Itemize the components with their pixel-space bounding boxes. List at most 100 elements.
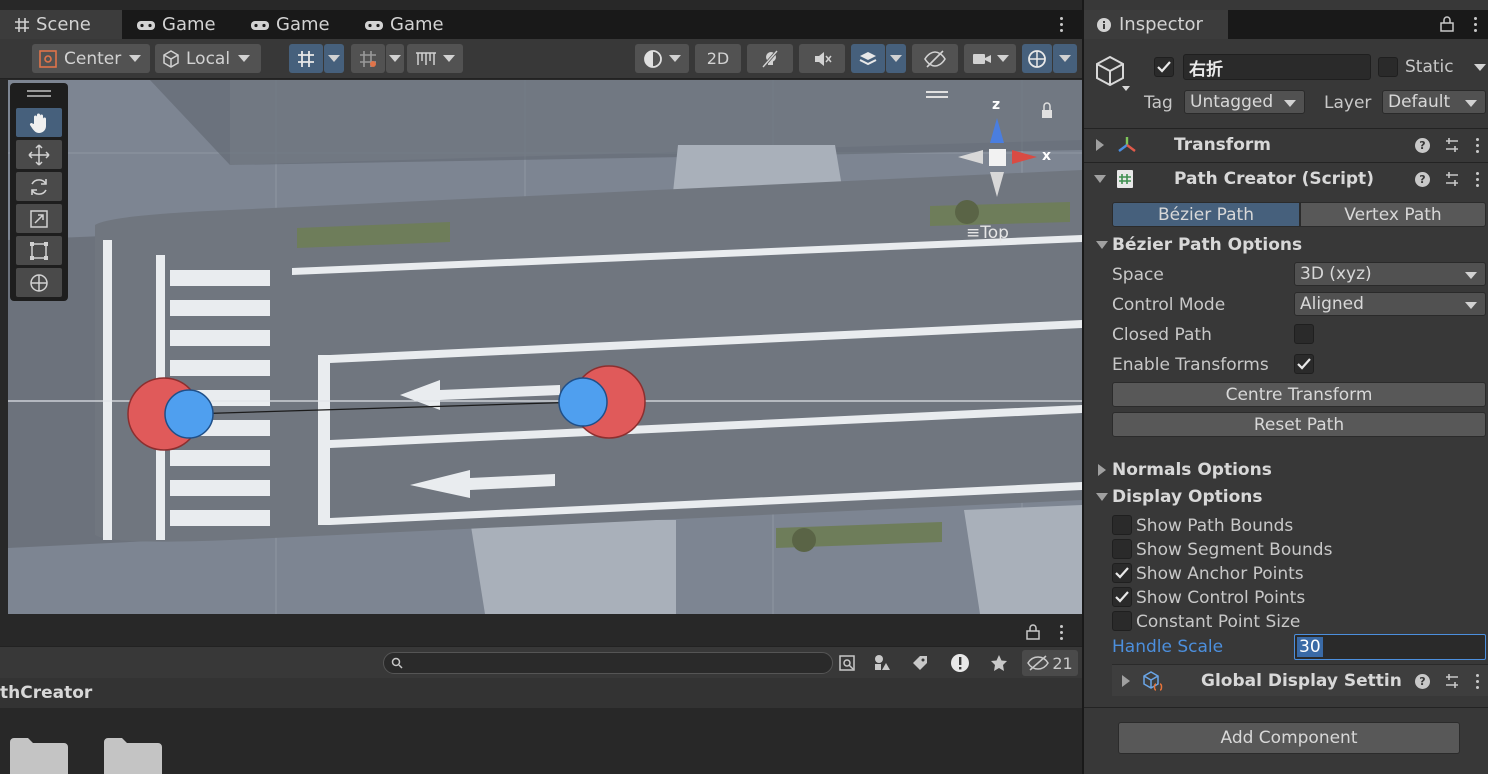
component-menu-icon[interactable] xyxy=(1474,137,1480,153)
reset-path-button[interactable]: Reset Path xyxy=(1112,412,1486,437)
show-segment-bounds-checkbox[interactable] xyxy=(1112,539,1132,559)
presets-sliders-icon[interactable] xyxy=(1444,137,1460,153)
show-path-bounds-checkbox[interactable] xyxy=(1112,515,1132,535)
add-component-button[interactable]: Add Component xyxy=(1118,722,1460,754)
tab-vertex-path[interactable]: Vertex Path xyxy=(1300,202,1486,227)
console-warnings-button[interactable] xyxy=(943,650,977,676)
gamepad-icon xyxy=(365,20,383,30)
scale-icon xyxy=(30,209,48,228)
show-control-points-checkbox[interactable] xyxy=(1112,587,1132,607)
grid-icon xyxy=(15,17,29,32)
move-tool[interactable] xyxy=(16,140,62,169)
inspector-menu-icon[interactable] xyxy=(1472,17,1478,32)
shading-mode-dropdown[interactable] xyxy=(635,44,689,73)
foldout-arrow-icon[interactable] xyxy=(1098,464,1106,476)
search-by-type-icons-button[interactable] xyxy=(865,650,899,676)
path-creator-component-header[interactable]: Path Creator (Script) ? xyxy=(1084,163,1488,195)
search-by-label-button[interactable] xyxy=(903,650,937,676)
lock-icon[interactable] xyxy=(1440,16,1454,32)
grid-snap-toggle[interactable] xyxy=(289,44,323,73)
transform-axes-icon xyxy=(1118,137,1136,152)
hand-tool[interactable] xyxy=(16,108,62,137)
chevron-down-icon xyxy=(443,55,455,62)
camera-settings-dropdown[interactable] xyxy=(964,44,1016,73)
closed-path-checkbox[interactable] xyxy=(1294,324,1314,344)
project-search-input[interactable] xyxy=(383,652,833,674)
help-icon[interactable]: ? xyxy=(1415,137,1430,153)
pivot-rotation-dropdown[interactable]: Local xyxy=(155,44,261,73)
handle-scale-input[interactable]: 30 xyxy=(1294,634,1486,660)
scene-viewport[interactable]: z x ≡Top xyxy=(8,80,1082,614)
global-display-settings-header[interactable]: Global Display Settin ? xyxy=(1112,664,1488,696)
show-anchor-points-checkbox[interactable] xyxy=(1112,563,1132,583)
tab-inspector[interactable]: Inspector xyxy=(1084,10,1228,39)
scale-tool[interactable] xyxy=(16,204,62,233)
foldout-arrow-icon[interactable] xyxy=(1096,493,1108,501)
static-dropdown-icon[interactable] xyxy=(1474,64,1486,71)
tab-game-3[interactable]: Game xyxy=(350,10,464,39)
bezier-options-header[interactable]: Bézier Path Options xyxy=(1112,235,1302,255)
help-icon[interactable]: ? xyxy=(1415,171,1430,187)
eye-hidden-icon xyxy=(924,49,946,68)
enable-transforms-checkbox[interactable] xyxy=(1294,354,1314,374)
display-options-header[interactable]: Display Options xyxy=(1112,487,1262,507)
tab-game-1[interactable]: Game xyxy=(122,10,236,39)
audio-mute-icon xyxy=(815,51,832,66)
scene-visibility-toggle[interactable] xyxy=(912,44,958,73)
constant-point-size-checkbox[interactable] xyxy=(1112,611,1132,631)
gizmos-dropdown[interactable] xyxy=(1053,44,1077,73)
active-checkbox[interactable] xyxy=(1154,57,1174,77)
space-dropdown[interactable]: 3D (xyz) xyxy=(1294,262,1486,286)
layer-dropdown[interactable]: Default xyxy=(1382,90,1486,114)
foldout-arrow-icon xyxy=(1122,675,1130,687)
scene-menu-icon[interactable] xyxy=(1058,17,1064,32)
search-by-type-button[interactable] xyxy=(830,650,864,676)
rect-tool[interactable] xyxy=(16,236,62,265)
increment-snap-toggle[interactable] xyxy=(351,44,385,73)
folder-icon[interactable] xyxy=(104,736,162,774)
presets-sliders-icon[interactable] xyxy=(1444,673,1460,689)
align-snap-dropdown[interactable] xyxy=(407,44,463,73)
effects-toggle[interactable] xyxy=(851,44,885,73)
tag-label: Tag xyxy=(1144,93,1173,113)
hidden-packages-toggle[interactable]: 21 xyxy=(1022,650,1078,676)
tab-game-2[interactable]: Game xyxy=(236,10,350,39)
centre-transform-button[interactable]: Centre Transform xyxy=(1112,382,1486,407)
toggle-2d-button[interactable]: 2D xyxy=(695,44,741,73)
rotate-tool[interactable] xyxy=(16,172,62,201)
help-icon[interactable]: ? xyxy=(1415,673,1430,689)
grid-snap-dropdown[interactable] xyxy=(324,44,344,73)
inspector-tabbar: Inspector xyxy=(1084,10,1488,39)
component-menu-icon[interactable] xyxy=(1474,673,1480,689)
component-menu-icon[interactable] xyxy=(1474,171,1480,187)
info-icon xyxy=(1097,17,1111,32)
tab-scene[interactable]: Scene xyxy=(0,10,122,39)
effects-dropdown[interactable] xyxy=(886,44,906,73)
gameobject-cube-icon[interactable] xyxy=(1094,54,1134,94)
transform-component-header[interactable]: Transform ? xyxy=(1084,129,1488,161)
object-name-field[interactable]: 右折 xyxy=(1183,54,1371,80)
project-menu-icon[interactable] xyxy=(1058,625,1064,640)
transform-tool[interactable] xyxy=(16,268,62,297)
normals-options-header[interactable]: Normals Options xyxy=(1112,460,1272,480)
foldout-arrow-icon[interactable] xyxy=(1096,241,1108,249)
gizmo-axis-x: x xyxy=(1042,148,1052,164)
lock-icon[interactable] xyxy=(1026,624,1040,640)
control-mode-dropdown[interactable]: Aligned xyxy=(1294,292,1486,316)
constant-point-size-label: Constant Point Size xyxy=(1136,612,1301,632)
lighting-toggle[interactable] xyxy=(747,44,793,73)
handle-scale-label[interactable]: Handle Scale xyxy=(1112,637,1223,657)
favorites-button[interactable] xyxy=(982,650,1016,676)
presets-sliders-icon[interactable] xyxy=(1444,171,1460,187)
increment-snap-dropdown[interactable] xyxy=(386,44,404,73)
audio-toggle[interactable] xyxy=(799,44,845,73)
tab-bezier-path[interactable]: Bézier Path xyxy=(1112,202,1300,227)
view-orientation-label[interactable]: ≡Top xyxy=(966,223,1009,243)
static-checkbox[interactable] xyxy=(1378,57,1398,77)
pivot-mode-dropdown[interactable]: Center xyxy=(32,44,150,73)
gizmos-toggle[interactable] xyxy=(1022,44,1052,73)
checkmark-icon xyxy=(1157,61,1171,73)
grid-snap-icon xyxy=(298,50,314,67)
folder-icon[interactable] xyxy=(10,736,68,774)
tag-dropdown[interactable]: Untagged xyxy=(1184,90,1305,114)
